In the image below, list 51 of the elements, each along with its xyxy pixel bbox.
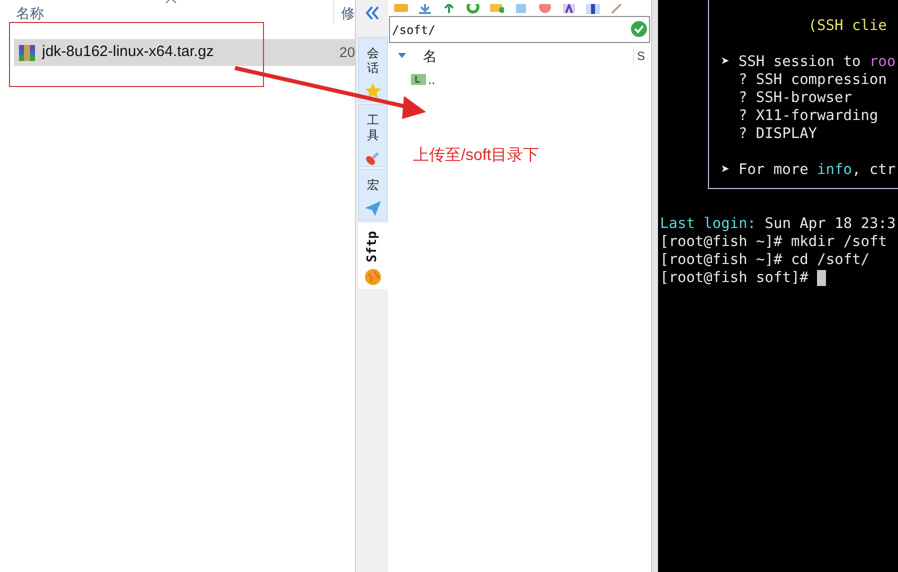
sidebar-tab[interactable]: Sftp	[358, 223, 388, 289]
file-name: jdk-8u162-linux-x64.tar.gz	[42, 42, 215, 62]
sort-caret-icon[interactable]	[398, 53, 406, 59]
sidebar-tab[interactable]: 工具	[358, 104, 388, 167]
terminal-text: ➤ For more	[721, 162, 810, 178]
file-date: 20	[338, 43, 355, 62]
column-header[interactable]: 名称	[0, 0, 334, 24]
terminal-text: Last login:	[660, 215, 756, 233]
sidebar-tab[interactable]: 宏	[358, 169, 388, 221]
archive-icon	[18, 44, 36, 62]
terminal-text: , ctr	[852, 162, 896, 178]
terminal-text: [root@fish soft]#	[660, 269, 810, 287]
tab-label: 会话	[367, 46, 379, 76]
checkmark-icon[interactable]	[630, 20, 648, 38]
terminal-text: roo	[869, 54, 896, 70]
text-icon[interactable]	[562, 4, 576, 14]
terminal-text: ? X11-forwarding	[737, 108, 878, 124]
terminal-text: ? SSH compression	[737, 72, 887, 88]
terminal-text: info	[817, 162, 852, 178]
tab-label: 宏	[367, 178, 379, 193]
paper-plane-icon	[364, 199, 382, 217]
cursor	[817, 270, 826, 286]
column-header[interactable]: 名	[423, 46, 633, 66]
terminal-text: [root@fish ~]# mkdir /soft	[660, 233, 887, 251]
sidebar-tab[interactable]: 会话	[358, 37, 388, 102]
globe-icon	[364, 268, 382, 286]
terminal-text: ? SSH-browser	[737, 90, 852, 106]
path-field[interactable]: /soft/	[389, 16, 650, 43]
upload-icon[interactable]	[442, 4, 456, 14]
file-icon[interactable]	[514, 4, 528, 14]
tab-label: 工具	[367, 113, 379, 143]
wrench-icon	[364, 149, 382, 167]
annotation-text: 上传至/soft目录下	[413, 146, 540, 166]
new-folder-icon[interactable]	[490, 4, 504, 14]
refresh-icon[interactable]	[466, 4, 480, 14]
star-icon	[364, 82, 382, 100]
column-header[interactable]: 修	[334, 0, 355, 24]
terminal-text: [root@fish ~]# cd /soft/	[660, 251, 870, 269]
file-row[interactable]: jdk-8u162-linux-x64.tar.gz 20	[14, 39, 355, 66]
terminal-text: ? DISPLAY	[737, 126, 818, 142]
folder-icon[interactable]	[394, 4, 408, 14]
terminal-text: (SSH clie	[807, 18, 887, 34]
folder-icon	[411, 73, 426, 85]
tab-label: Sftp	[364, 231, 382, 262]
download-icon[interactable]	[418, 4, 432, 14]
terminal-text: Sun Apr 18 23:3	[764, 215, 896, 233]
file-name[interactable]: ..	[428, 72, 436, 86]
terminal-text: ➤ SSH session to	[721, 54, 862, 70]
pencil-icon[interactable]	[610, 4, 624, 14]
panel-icon[interactable]	[586, 4, 600, 14]
column-header[interactable]: S	[633, 47, 646, 65]
